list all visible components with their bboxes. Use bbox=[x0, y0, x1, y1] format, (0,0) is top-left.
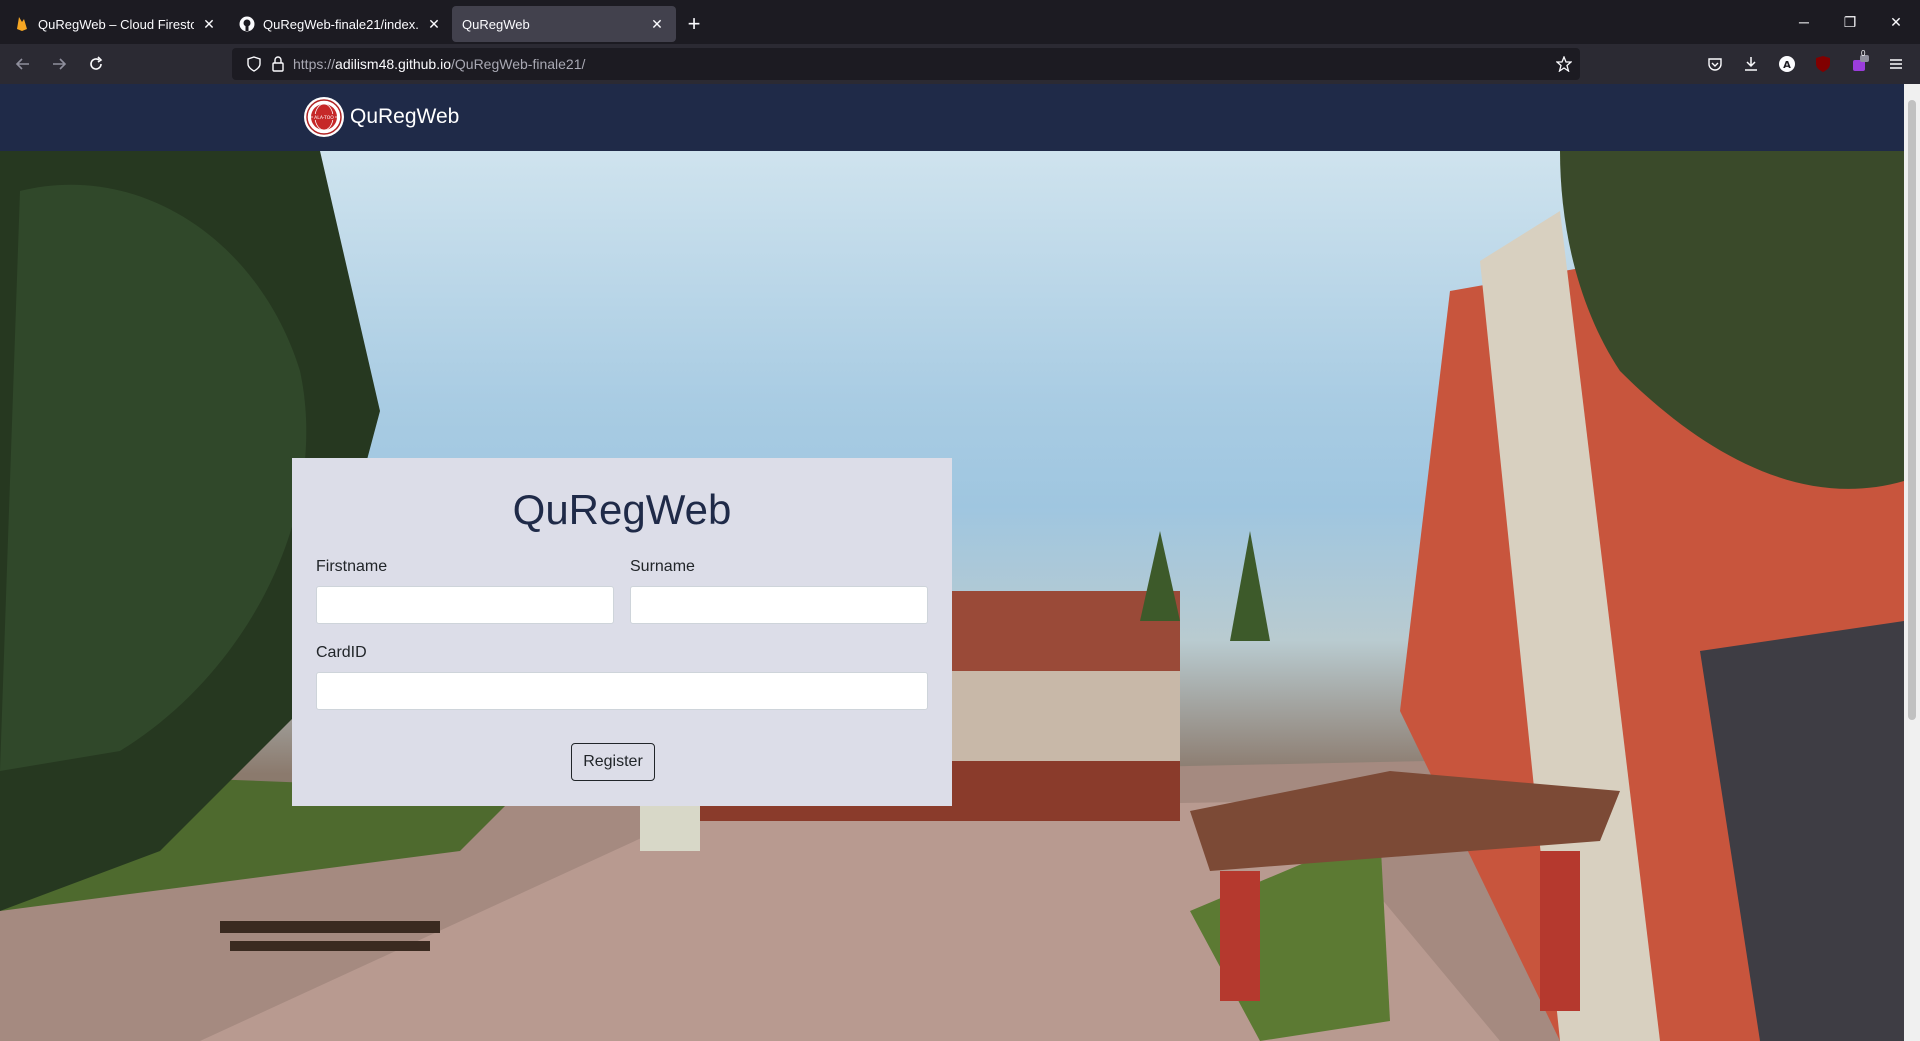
cardid-input[interactable] bbox=[316, 672, 928, 710]
surname-input[interactable] bbox=[630, 586, 928, 624]
extension-icon[interactable]: 0 bbox=[1848, 49, 1872, 76]
navigation-toolbar: https://adilism48.github.io/QuRegWeb-fin… bbox=[0, 44, 1920, 84]
minimize-button[interactable]: ─ bbox=[1781, 0, 1827, 44]
scrollbar-thumb[interactable] bbox=[1908, 100, 1916, 720]
firstname-label: Firstname bbox=[316, 558, 388, 575]
new-tab-button[interactable]: + bbox=[676, 6, 712, 42]
close-tab-icon[interactable]: ✕ bbox=[200, 15, 218, 33]
tab-quregweb[interactable]: QuRegWeb ✕ bbox=[452, 6, 676, 42]
tab-firestore[interactable]: QuRegWeb – Cloud Firestore – F ✕ bbox=[4, 6, 228, 42]
form-title: QuRegWeb bbox=[512, 486, 732, 533]
surname-label: Surname bbox=[630, 558, 695, 575]
ublock-icon[interactable] bbox=[1811, 52, 1835, 76]
registration-form: QuRegWeb Firstname Surname CardID Regist… bbox=[292, 458, 952, 806]
back-button[interactable] bbox=[5, 48, 41, 80]
restore-button[interactable]: ❐ bbox=[1827, 0, 1873, 44]
back-arrow-icon bbox=[15, 58, 29, 70]
site-header: ALA-TOO QuRegWeb bbox=[0, 84, 1904, 151]
bookmark-star-icon[interactable] bbox=[1552, 52, 1576, 76]
firebase-icon bbox=[14, 16, 30, 32]
firstname-input[interactable] bbox=[316, 586, 614, 624]
reload-button[interactable] bbox=[78, 48, 114, 80]
forward-arrow-icon bbox=[53, 58, 67, 70]
close-window-button[interactable]: ✕ bbox=[1873, 0, 1919, 44]
university-logo: ALA-TOO bbox=[304, 97, 344, 137]
url-text: https://adilism48.github.io/QuRegWeb-fin… bbox=[293, 56, 585, 72]
page-scrollbar[interactable] bbox=[1904, 84, 1920, 1041]
reload-icon bbox=[90, 56, 103, 70]
account-icon[interactable]: A bbox=[1775, 52, 1799, 76]
tab-title: QuRegWeb-finale21/index.htm bbox=[263, 16, 419, 32]
page-viewport: ALA-TOO QuRegWeb QuRegWeb Firstname Surn… bbox=[0, 84, 1904, 1041]
lock-icon[interactable] bbox=[266, 52, 290, 76]
downloads-icon[interactable] bbox=[1739, 52, 1763, 76]
pocket-icon[interactable] bbox=[1703, 52, 1727, 76]
cardid-label: CardID bbox=[316, 644, 367, 661]
address-bar[interactable]: https://adilism48.github.io/QuRegWeb-fin… bbox=[232, 48, 1580, 80]
close-tab-icon[interactable]: ✕ bbox=[648, 15, 666, 33]
logo-text: ALA-TOO bbox=[314, 115, 334, 121]
register-button[interactable]: Register bbox=[571, 743, 655, 781]
url-scheme: https:// bbox=[293, 56, 336, 72]
tab-strip: QuRegWeb – Cloud Firestore – F ✕ QuRegWe… bbox=[0, 0, 1920, 44]
tab-title: QuRegWeb bbox=[462, 16, 530, 32]
campus-background-image: QuRegWeb Firstname Surname CardID Regist… bbox=[0, 151, 1904, 1041]
menu-icon[interactable] bbox=[1884, 52, 1908, 76]
tracking-protection-icon[interactable] bbox=[242, 52, 266, 76]
tab-github[interactable]: QuRegWeb-finale21/index.htm ✕ bbox=[229, 6, 453, 42]
url-host: adilism48.github.io bbox=[335, 56, 451, 72]
url-path: /QuRegWeb-finale21/ bbox=[451, 56, 586, 72]
tab-title: QuRegWeb – Cloud Firestore – F bbox=[38, 16, 194, 32]
svg-text:A: A bbox=[1783, 60, 1791, 71]
forward-button[interactable] bbox=[41, 48, 77, 80]
brand-link[interactable]: ALA-TOO QuRegWeb bbox=[304, 97, 459, 137]
extension-badge: 0 bbox=[1861, 49, 1866, 58]
brand-name: QuRegWeb bbox=[350, 105, 460, 128]
close-tab-icon[interactable]: ✕ bbox=[425, 15, 443, 33]
github-icon bbox=[239, 16, 255, 32]
